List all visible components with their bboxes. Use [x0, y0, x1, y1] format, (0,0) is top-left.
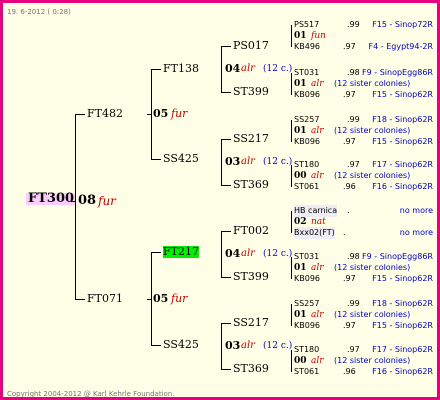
gen4-number: .97 [343, 321, 356, 330]
gen3-name[interactable]: ST369 [233, 363, 269, 375]
gen4-spine [291, 257, 292, 279]
gen3-name[interactable]: FT002 [233, 225, 269, 237]
gen2-name[interactable]: SS425 [163, 153, 199, 165]
gen3-branch [221, 231, 231, 232]
gen2-branch [151, 345, 161, 346]
gen4-number: .97 [343, 274, 356, 283]
gen3-name[interactable]: SS217 [233, 133, 269, 145]
gen2-name[interactable]: FT138 [163, 63, 199, 75]
gen1-spine [75, 114, 76, 299]
gen2-generation: 03 [225, 339, 241, 352]
gen4-spine [291, 211, 292, 233]
gen4-number: .97 [343, 137, 356, 146]
gen3-name[interactable]: PS017 [233, 40, 269, 52]
gen4-name[interactable]: KB096 [294, 320, 320, 332]
gen1-race: fur [171, 107, 188, 120]
gen1-name[interactable]: FT482 [87, 108, 123, 120]
gen2-generation: 04 [225, 247, 241, 260]
gen1-race: fur [171, 292, 188, 305]
gen2-race: alr [241, 63, 255, 74]
gen3-name[interactable]: SS217 [233, 317, 269, 329]
gen4-name[interactable]: KB496 [294, 41, 320, 53]
gen3-branch [221, 92, 231, 93]
gen4-spine [291, 25, 292, 47]
gen4-spine [291, 73, 292, 95]
gen2-race: alr [241, 248, 255, 259]
gen4-number: .97 [343, 42, 356, 51]
gen1-generation: 05 [153, 107, 169, 120]
gen4-number: .96 [343, 182, 356, 191]
date-stamp: 19. 6-2012 ( 0:28) [7, 8, 71, 16]
gen4-link[interactable]: F4 - Egypt94-2R [369, 41, 433, 53]
gen4-link[interactable]: F15 - Sinop62R [372, 89, 433, 101]
gen3-name[interactable]: ST399 [233, 86, 269, 98]
gen4-name[interactable]: KB096 [294, 136, 320, 148]
gen3-name[interactable]: ST399 [233, 271, 269, 283]
gen3-spine [221, 231, 222, 277]
gen4-number: .97 [343, 90, 356, 99]
gen3-branch [221, 185, 231, 186]
gen3-spine [221, 139, 222, 185]
pedigree-tree: 19. 6-2012 ( 0:28) Copyright 2004-2012 @ … [3, 3, 437, 397]
gen4-name[interactable]: KB096 [294, 273, 320, 285]
gen4-spine [291, 165, 292, 187]
gen3-spine [221, 46, 222, 92]
gen3-branch [221, 323, 231, 324]
gen2-connector [147, 114, 151, 115]
gen2-name[interactable]: FT217 [163, 246, 199, 258]
gen2-generation: 03 [225, 155, 241, 168]
gen2-branch [151, 69, 161, 70]
gen2-race: alr [241, 156, 255, 167]
gen4-number: . [343, 228, 346, 237]
gen4-link[interactable]: F16 - Sinop62R [372, 181, 433, 193]
gen4-name[interactable]: Bxx02(FT) [294, 227, 335, 239]
root-name[interactable]: FT300 [26, 192, 77, 205]
gen2-sisters: (12 c.) [263, 341, 293, 351]
gen4-name[interactable]: KB096 [294, 89, 320, 101]
gen1-name[interactable]: FT071 [87, 293, 123, 305]
gen4-number: . [347, 206, 350, 215]
gen2-connector [147, 298, 151, 300]
gen1-branch [75, 299, 85, 300]
gen4-link[interactable]: no more [400, 227, 433, 239]
gen4-number: .96 [343, 367, 356, 376]
gen4-link[interactable]: F16 - Sinop62R [372, 366, 433, 378]
gen1-branch [75, 114, 85, 115]
gen3-branch [221, 277, 231, 278]
gen2-branch [151, 159, 161, 160]
gen4-link[interactable]: F15 - Sinop72R [372, 19, 433, 31]
gen2-sisters: (12 c.) [263, 249, 293, 259]
gen3-branch [221, 369, 231, 370]
gen2-spine [151, 69, 152, 159]
gen4-link[interactable]: no more [400, 205, 433, 217]
gen4-number: .99 [347, 20, 360, 29]
gen4-link[interactable]: F15 - Sinop62R [372, 136, 433, 148]
gen2-race: alr [241, 340, 255, 351]
gen3-spine [221, 323, 222, 369]
gen2-sisters: (12 c.) [263, 64, 293, 74]
gen4-spine [291, 304, 292, 326]
pedigree-frame: 19. 6-2012 ( 0:28) Copyright 2004-2012 @ … [0, 0, 440, 400]
gen2-branch [151, 252, 161, 253]
root-race: fur [98, 194, 116, 208]
gen3-name[interactable]: ST369 [233, 179, 269, 191]
gen4-link[interactable]: F15 - Sinop62R [372, 273, 433, 285]
gen3-branch [221, 139, 231, 140]
gen3-branch [221, 46, 231, 47]
gen1-generation: 05 [153, 292, 169, 305]
gen4-name[interactable]: ST061 [294, 366, 319, 378]
gen4-spine [291, 350, 292, 372]
gen2-generation: 04 [225, 62, 241, 75]
gen1-connector [71, 201, 75, 202]
gen4-name[interactable]: ST061 [294, 181, 319, 193]
gen4-spine [291, 120, 292, 142]
gen4-link[interactable]: F15 - Sinop62R [372, 320, 433, 332]
gen2-spine [151, 252, 152, 345]
gen2-name[interactable]: SS425 [163, 339, 199, 351]
gen2-sisters: (12 c.) [263, 157, 293, 167]
root-generation: 08 [78, 193, 97, 208]
copyright-notice: Copyright 2004-2012 @ Karl Kehrle Founda… [7, 390, 175, 398]
